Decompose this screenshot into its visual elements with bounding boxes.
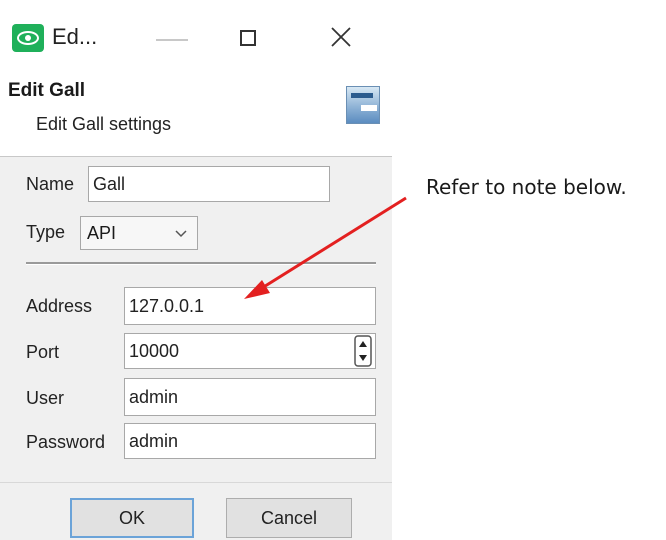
ok-button[interactable]: OK [70,498,194,538]
port-label: Port [26,342,60,362]
maximize-icon [240,30,256,46]
close-button[interactable] [326,22,356,52]
title-bar: Ed... [0,0,392,76]
port-field[interactable]: 10000 [124,333,376,369]
header-separator [0,156,392,157]
port-spinner-icon[interactable] [354,335,372,367]
name-field[interactable]: Gall [88,166,330,202]
window-title: Ed... [52,24,98,49]
password-field[interactable]: admin [124,423,376,459]
address-field[interactable]: 127.0.0.1 [124,287,376,325]
app-eye-icon [12,24,44,52]
settings-window-icon [346,86,380,124]
dialog-header: Edit Gall Edit Gall settings [0,76,392,156]
cancel-button[interactable]: Cancel [226,498,352,538]
dialog-title: Edit Gall [8,80,86,101]
user-field[interactable]: admin [124,378,376,416]
type-label: Type [26,222,66,242]
name-label: Name [26,174,75,194]
maximize-button[interactable] [236,26,260,50]
minimize-button[interactable] [150,28,194,50]
type-selected-value: API [87,223,117,243]
address-label: Address [26,296,93,316]
dialog-subtitle: Edit Gall settings [36,114,172,134]
section-divider [26,262,376,265]
chevron-down-icon [175,230,187,238]
minimize-icon [156,39,188,41]
annotation-note: Refer to note below. [426,175,627,199]
close-icon [331,27,351,47]
type-select[interactable]: API [80,216,198,250]
edit-dialog: Ed... Edit Gall Edit Gall settings Name … [0,0,392,540]
user-label: User [26,388,65,408]
password-label: Password [26,432,106,452]
